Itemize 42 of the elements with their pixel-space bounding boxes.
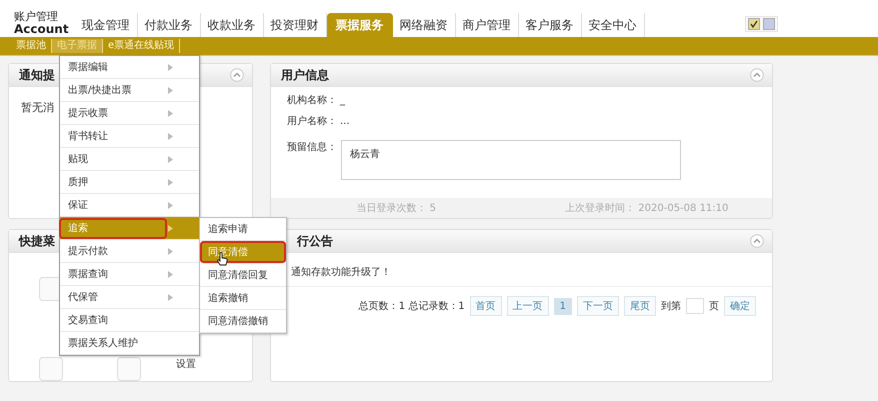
record-summary: 总页数：1 总记录数：1: [358, 300, 465, 313]
menu-item[interactable]: 提示收票: [60, 102, 199, 125]
pager-button[interactable]: 尾页: [624, 296, 656, 316]
field-value: _: [340, 95, 345, 107]
login-stat: 当日登录次数： 5: [355, 202, 438, 215]
menu-item[interactable]: 追索撤销: [200, 287, 286, 310]
menu-item[interactable]: 票据关系人维护: [60, 332, 199, 355]
theme-swatch[interactable]: [763, 18, 775, 30]
logo-text: Account: [14, 23, 69, 35]
field-label: 机构名称：: [287, 95, 337, 107]
menu-item[interactable]: 票据编辑: [60, 56, 199, 79]
checked-theme-swatch[interactable]: [748, 18, 760, 30]
login-stat: 上次登录时间： 2020-05-08 11:10: [564, 202, 730, 215]
menu-item[interactable]: 贴现: [60, 148, 199, 171]
goto-label: 页: [709, 300, 719, 313]
field-value: ...: [340, 116, 350, 128]
shortcut-icon[interactable]: [117, 357, 141, 381]
page-input-field[interactable]: [686, 298, 704, 314]
confirm-button[interactable]: 确定: [724, 296, 756, 316]
panel-title: 通知提: [19, 66, 55, 84]
collapse-icon: [750, 68, 764, 82]
menu-item[interactable]: 质押: [60, 171, 199, 194]
shortcut-icon[interactable]: [39, 357, 63, 381]
collapse-icon: [230, 68, 244, 82]
notice-message: 暂无消: [21, 100, 54, 115]
pager-button[interactable]: 首页: [470, 296, 502, 316]
pager-button[interactable]: 上一页: [506, 296, 549, 316]
notice-link[interactable]: 通知存款功能升级了！: [291, 265, 391, 279]
menu-item[interactable]: 背书转让: [60, 125, 199, 148]
reserved-info-field[interactable]: 杨云青: [341, 140, 681, 180]
shortcut-label[interactable]: 设置: [176, 357, 196, 371]
menu-item[interactable]: 出票/快捷出票: [60, 79, 199, 102]
panel-title: 快捷菜: [19, 232, 55, 250]
panel-title: 用户信息: [281, 66, 329, 84]
pager-button[interactable]: 下一页: [577, 296, 619, 316]
menu-item[interactable]: 同意清偿撤销: [200, 310, 286, 333]
logo-text: 账户管理: [14, 11, 59, 23]
panel-title: 行公告: [296, 232, 333, 250]
goto-label: 到第: [661, 300, 681, 313]
field-label: 用户名称：: [287, 116, 337, 128]
field-label: 预留信息：: [287, 140, 337, 154]
collapse-icon: [750, 234, 764, 248]
